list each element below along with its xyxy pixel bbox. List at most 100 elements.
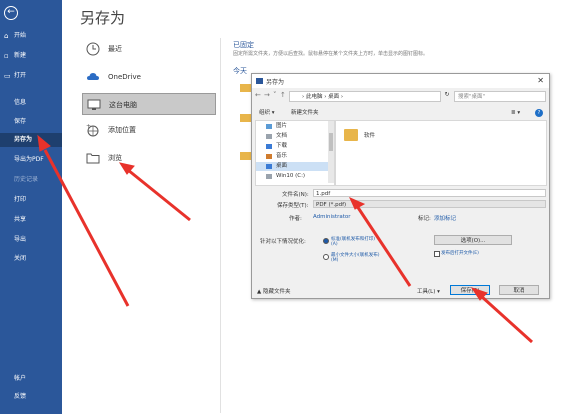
today-header: 今天 [233, 67, 247, 75]
nav-tree-item-documents[interactable]: 文档 [266, 132, 287, 141]
navigation-pane: 图片 文档 下载 音乐 桌面 Win10 (C:) [255, 120, 335, 186]
organize-button[interactable]: 组织 ▾ [259, 107, 275, 119]
view-options-icon[interactable]: ≣ ▾ [511, 107, 520, 119]
open-folder-icon: ▭ [4, 72, 11, 80]
nav-item-print[interactable]: 打印 [0, 193, 62, 207]
save-as-dialog: 另存为 ✕ ← → ˅ ↑ › 此电脑 › 桌面 › ↻ 搜索"桌面" 组织 ▾… [251, 73, 550, 299]
desktop-icon [266, 164, 272, 169]
tags-value[interactable]: 添加标记 [434, 214, 456, 222]
nav-label: 打印 [14, 196, 27, 203]
help-icon[interactable]: ? [535, 109, 543, 117]
optimize-label: 针对以下情况优化: [260, 239, 306, 245]
cancel-button[interactable]: 取消 [499, 285, 539, 295]
nav-label: 开始 [14, 32, 27, 39]
up-icon[interactable]: ↑ [280, 91, 286, 99]
open-after-label[interactable]: 发布后打开文件(E) [441, 250, 479, 256]
nav-tree-label: 文档 [276, 133, 288, 139]
nav-tree-label: 音乐 [276, 153, 288, 159]
nav-tree-label: 图片 [276, 123, 288, 129]
file-item-label[interactable]: 软件 [364, 131, 375, 139]
location-add-place[interactable]: + 添加位置 [82, 119, 216, 141]
radio-minimum-label[interactable]: 最小文件大小(联机发布)(M) [331, 252, 381, 263]
location-label: 浏览 [108, 154, 122, 162]
backstage-nav: ← ⌂ 开始 ▫ 新建 ▭ 打开 信息 保存 另存为 导出为PDF 历史记录 打印 共… [0, 0, 62, 414]
nav-label: 打开 [14, 72, 27, 79]
back-icon[interactable]: ← [255, 91, 261, 99]
pinned-description: 固定所需文件夹，方便以后查找。鼠标悬停在某个文件夹上方时，单击显示的图钉图标。 [233, 51, 429, 57]
nav-item-feedback[interactable]: 反馈 [0, 390, 62, 404]
location-this-pc[interactable]: 这台电脑 [82, 93, 216, 115]
globe-add-icon: + [86, 123, 99, 137]
dialog-toolbar: 组织 ▾ 新建文件夹 ≣ ▾ ? [255, 107, 545, 119]
nav-item-save[interactable]: 保存 [0, 115, 62, 129]
search-input[interactable]: 搜索"桌面" [454, 91, 546, 102]
new-folder-button[interactable]: 新建文件夹 [291, 107, 319, 119]
nav-item-history[interactable]: 历史记录 [0, 173, 62, 187]
nav-label: 导出为PDF [14, 156, 44, 163]
nav-label: 新建 [14, 52, 27, 59]
nav-item-export[interactable]: 导出 [0, 233, 62, 247]
nav-tree-item-music[interactable]: 音乐 [266, 152, 287, 161]
radio-standard[interactable] [323, 238, 329, 244]
nav-item-info[interactable]: 信息 [0, 96, 62, 110]
nav-item-new[interactable]: ▫ 新建 [0, 49, 62, 63]
nav-label: 保存 [14, 118, 27, 125]
nav-tree-label: 下载 [276, 143, 288, 149]
nav-label: 关闭 [14, 255, 27, 262]
filetype-label: 保存类型(T): [277, 203, 309, 209]
location-onedrive[interactable]: OneDrive [82, 66, 216, 88]
home-icon: ⌂ [4, 32, 9, 40]
hide-folders-toggle[interactable]: ▲ 隐藏文件夹 [257, 287, 290, 295]
radio-standard-label[interactable]: 标准(联机发布和打印)(A) [331, 236, 381, 247]
nav-label: 帐户 [14, 375, 27, 382]
options-button[interactable]: 选项(O)... [434, 235, 512, 245]
nav-item-account[interactable]: 帐户 [0, 372, 62, 386]
documents-icon [266, 134, 272, 139]
chevron-down-icon[interactable]: ˅ [273, 91, 277, 99]
radio-minimum[interactable] [323, 254, 329, 260]
new-document-icon: ▫ [4, 52, 9, 60]
word-icon [256, 78, 263, 84]
back-arrow-icon[interactable]: ← [4, 6, 18, 20]
refresh-icon[interactable]: ↻ [442, 91, 452, 102]
nav-item-share[interactable]: 共享 [0, 213, 62, 227]
nav-tree-item-downloads[interactable]: 下载 [266, 142, 287, 151]
nav-item-home[interactable]: ⌂ 开始 [0, 29, 62, 43]
tools-dropdown[interactable]: 工具(L) ▾ [417, 287, 440, 295]
filename-label: 文件名(N): [282, 192, 309, 198]
nav-item-open[interactable]: ▭ 打开 [0, 69, 62, 83]
location-recent[interactable]: 最近 [82, 38, 216, 60]
folder-icon [86, 153, 100, 164]
nav-tree-label: Win10 (C:) [276, 173, 306, 179]
nav-tree-item-drive-c[interactable]: Win10 (C:) [266, 172, 305, 181]
location-browse[interactable]: 浏览 [82, 147, 216, 169]
scrollbar-thumb[interactable] [329, 133, 333, 151]
forward-icon[interactable]: → [264, 91, 270, 99]
filetype-select[interactable]: PDF (*.pdf) [313, 200, 546, 208]
close-icon[interactable]: ✕ [537, 76, 544, 85]
nav-tree-item-desktop[interactable]: 桌面 [256, 162, 334, 171]
author-value[interactable]: Administrator [313, 214, 351, 220]
address-bar[interactable]: › 此电脑 › 桌面 › [289, 91, 441, 102]
nav-item-save-as[interactable]: 另存为 [0, 133, 62, 147]
location-label: OneDrive [108, 73, 141, 81]
author-label: 作者: [289, 216, 302, 222]
open-after-checkbox[interactable] [434, 251, 440, 257]
folder-icon[interactable] [344, 129, 358, 141]
divider [220, 38, 221, 413]
clock-icon [86, 42, 100, 56]
location-label: 添加位置 [108, 126, 136, 134]
save-button[interactable]: 保存(S) [450, 285, 490, 295]
nav-label: 另存为 [14, 136, 33, 143]
nav-item-export-pdf[interactable]: 导出为PDF [0, 153, 62, 167]
nav-tree-item-pictures[interactable]: 图片 [266, 122, 287, 131]
scrollbar[interactable] [328, 121, 334, 183]
music-icon [266, 154, 272, 159]
cloud-icon [87, 73, 99, 80]
nav-tree-label: 桌面 [276, 163, 288, 169]
nav-label: 历史记录 [14, 176, 39, 183]
filename-field[interactable]: 1.pdf [313, 189, 546, 197]
annotation-arrow [118, 162, 191, 222]
pictures-icon [266, 124, 272, 129]
nav-item-close[interactable]: 关闭 [0, 252, 62, 266]
